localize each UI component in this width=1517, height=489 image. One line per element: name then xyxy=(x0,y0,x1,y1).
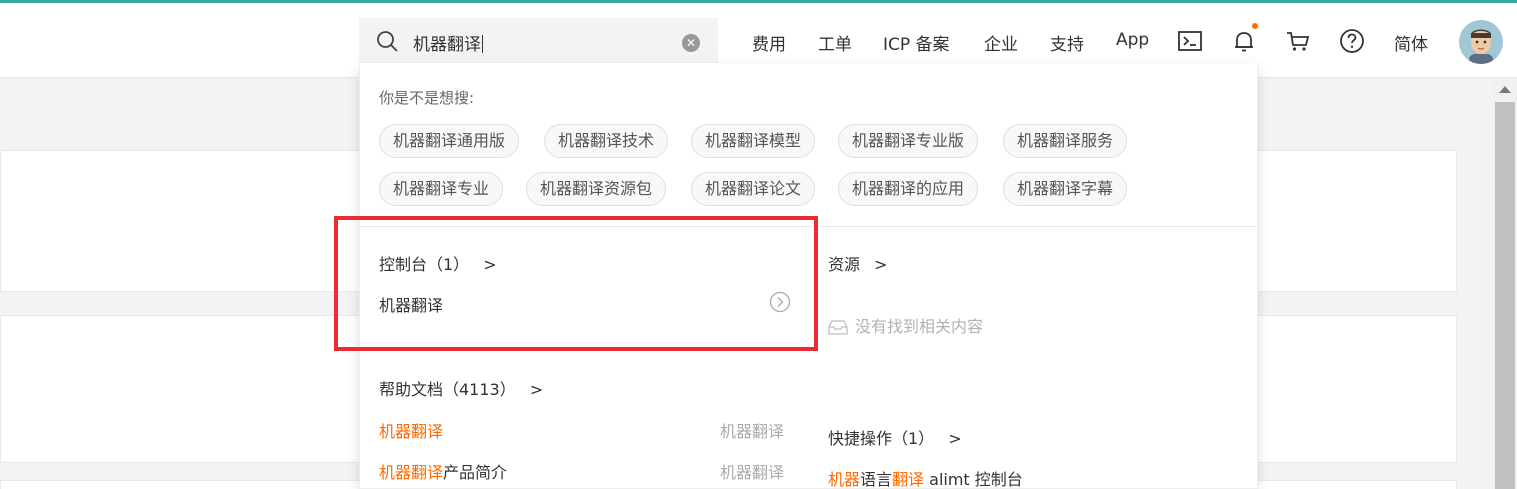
terminal-icon[interactable] xyxy=(1177,28,1203,54)
nav-app[interactable]: App xyxy=(1116,30,1149,50)
nav-tickets[interactable]: 工单 xyxy=(818,30,852,55)
nav-icp[interactable]: ICP 备案 xyxy=(883,30,950,55)
scroll-up-icon[interactable] xyxy=(1499,86,1511,93)
notification-dot xyxy=(1252,23,1258,29)
quick-item-part: alimt 控制台 xyxy=(924,470,1023,489)
nav-enterprise[interactable]: 企业 xyxy=(984,30,1018,55)
quick-item-part: 机器 xyxy=(828,470,861,489)
resources-title-text: 资源 xyxy=(828,255,861,274)
chevron-right-icon: > xyxy=(948,429,962,448)
suggestion-chip[interactable]: 机器翻译专业 xyxy=(379,172,504,206)
help-icon[interactable] xyxy=(1339,28,1365,54)
doc-item-rest: 产品简介 xyxy=(443,463,508,482)
page-scrollbar[interactable] xyxy=(1493,80,1517,489)
bell-icon[interactable] xyxy=(1231,28,1257,54)
empty-box-icon xyxy=(828,320,848,335)
suggestion-chip[interactable]: 机器翻译专业版 xyxy=(838,124,979,158)
chevron-right-icon: > xyxy=(529,380,544,399)
avatar[interactable] xyxy=(1459,20,1503,64)
nav-support[interactable]: 支持 xyxy=(1050,30,1084,55)
search-input[interactable]: 机器翻译 xyxy=(413,30,483,55)
resources-section-title[interactable]: 资源 > xyxy=(828,251,887,275)
scrollbar-thumb[interactable] xyxy=(1495,102,1515,489)
cart-icon[interactable] xyxy=(1285,28,1311,54)
search-icon xyxy=(377,31,398,52)
docs-section-title[interactable]: 帮助文档（4113） > xyxy=(379,376,543,400)
empty-state-text: 没有找到相关内容 xyxy=(855,317,984,336)
search-box[interactable]: 机器翻译 ✕ xyxy=(359,18,718,66)
suggestion-chip[interactable]: 机器翻译资源包 xyxy=(526,172,667,206)
doc-item-highlight: 机器翻译 xyxy=(379,422,444,441)
language-switch[interactable]: 简体 xyxy=(1394,30,1428,55)
chevron-right-icon: > xyxy=(874,255,888,274)
doc-result-item[interactable]: 机器翻译 xyxy=(379,418,443,442)
docs-title-text: 帮助文档（4113） xyxy=(379,380,516,399)
annotation-highlight-box xyxy=(334,216,818,351)
quick-item-part: 翻译 xyxy=(892,470,925,489)
doc-item-tag: 机器翻译 xyxy=(720,463,785,482)
suggestion-chip[interactable]: 机器翻译服务 xyxy=(1003,124,1128,158)
suggestion-chip[interactable]: 机器翻译论文 xyxy=(691,172,816,206)
doc-result-item[interactable]: 机器翻译产品简介 xyxy=(379,459,507,483)
quick-item-part: 语言 xyxy=(860,470,893,489)
nav-fees[interactable]: 费用 xyxy=(752,30,786,55)
clear-circle-icon[interactable]: ✕ xyxy=(682,34,700,52)
empty-state: 没有找到相关内容 xyxy=(827,313,983,337)
quick-title-text: 快捷操作（1） xyxy=(828,429,935,448)
suggestion-chip[interactable]: 机器翻译模型 xyxy=(691,124,816,158)
suggestion-chip[interactable]: 机器翻译技术 xyxy=(544,124,669,158)
doc-item-tag: 机器翻译 xyxy=(720,422,785,441)
suggestion-chip[interactable]: 机器翻译字幕 xyxy=(1003,172,1128,206)
suggestion-hint: 你是不是想搜: xyxy=(379,89,475,107)
suggestion-chip[interactable]: 机器翻译的应用 xyxy=(838,172,979,206)
suggestion-chip[interactable]: 机器翻译通用版 xyxy=(379,124,520,158)
quick-actions-section-title[interactable]: 快捷操作（1） > xyxy=(828,425,962,449)
doc-item-highlight: 机器翻译 xyxy=(379,463,444,482)
quick-action-item[interactable]: 机器语言翻译 alimt 控制台 xyxy=(828,466,1023,489)
